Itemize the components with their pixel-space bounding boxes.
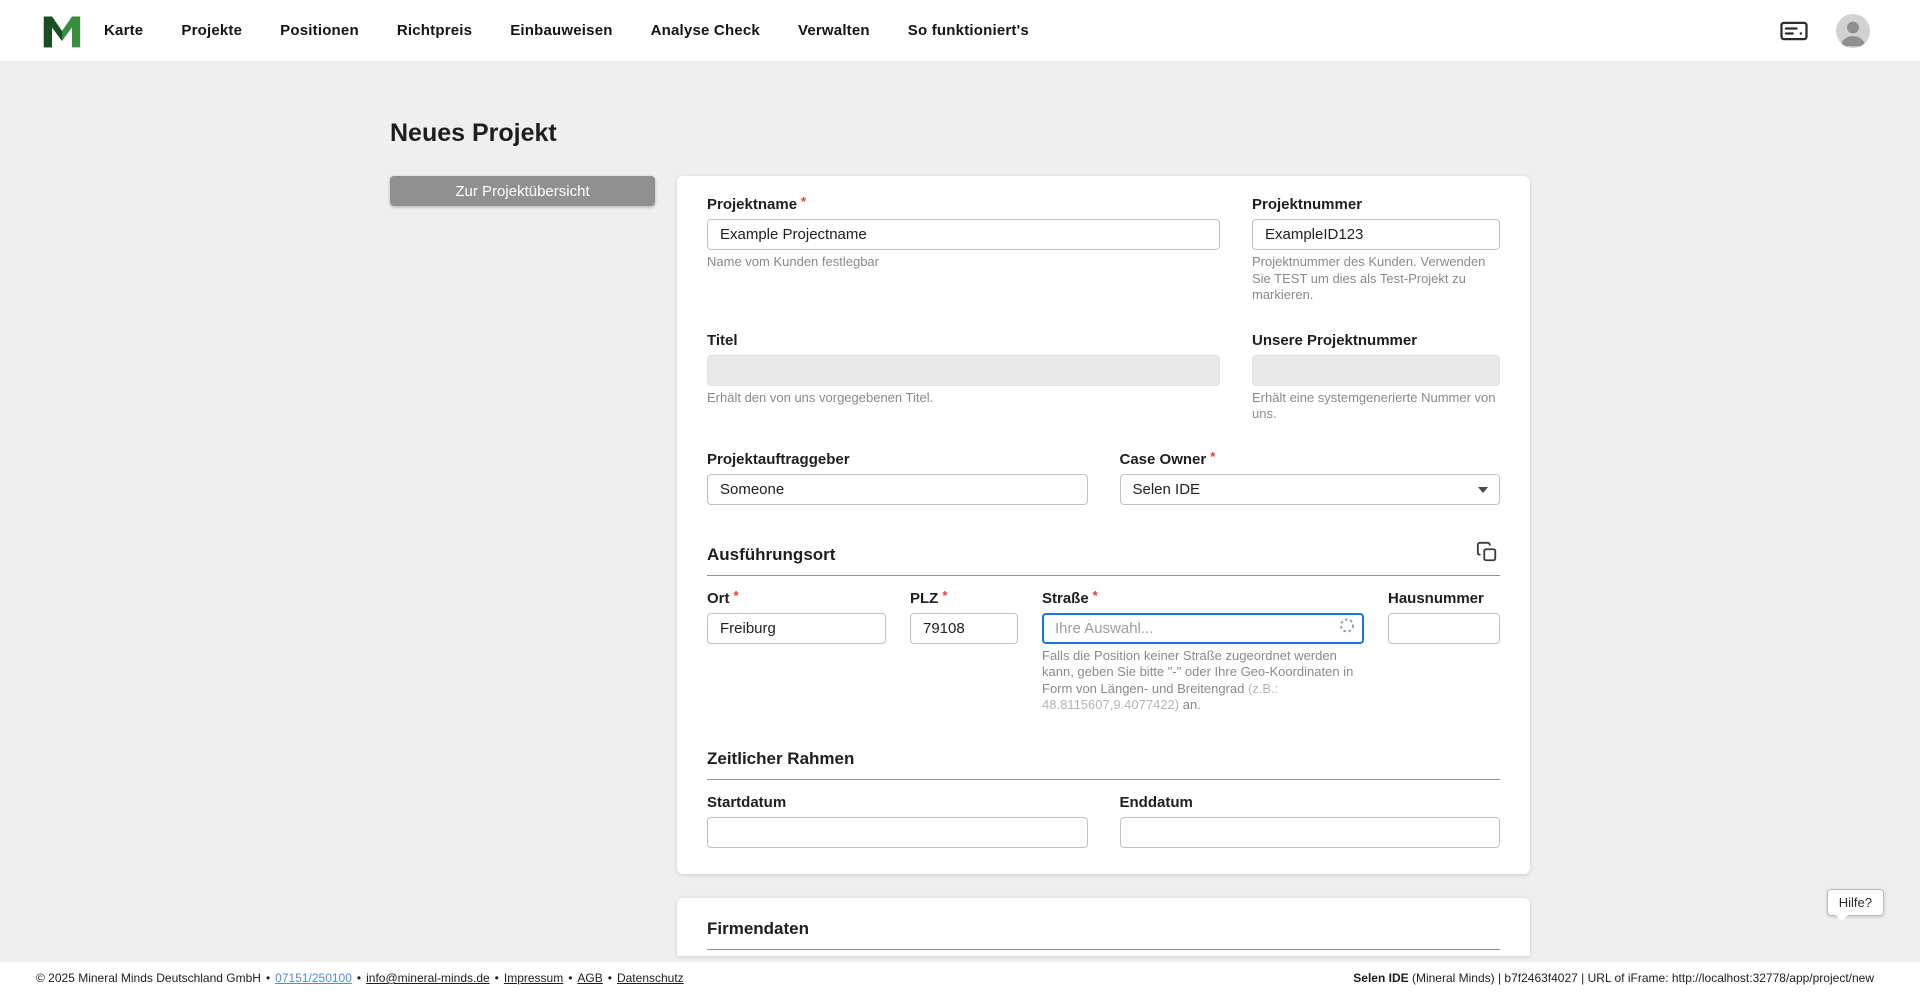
enddatum-label: Enddatum: [1120, 794, 1193, 811]
main-nav: Karte Projekte Positionen Richtpreis Ein…: [104, 22, 1029, 39]
hausnummer-input[interactable]: [1388, 613, 1500, 644]
app-header: Karte Projekte Positionen Richtpreis Ein…: [0, 0, 1920, 61]
nav-karte[interactable]: Karte: [104, 22, 143, 39]
field-ort: Ort *: [707, 590, 886, 714]
back-to-projects-button[interactable]: Zur Projektübersicht: [390, 176, 655, 206]
help-button[interactable]: Hilfe?: [1827, 889, 1884, 916]
footer-datenschutz-link[interactable]: Datenschutz: [617, 971, 684, 985]
field-strasse: Straße* Falls: [1042, 590, 1364, 714]
required-asterisk: *: [1093, 588, 1098, 603]
projektname-input[interactable]: [707, 219, 1220, 250]
nav-so-funktionierts[interactable]: So funktioniert's: [908, 22, 1029, 39]
required-asterisk: *: [942, 588, 947, 603]
section-zeitlicher-rahmen: Zeitlicher Rahmen Startdatum Enddatu: [707, 748, 1500, 848]
footer-email-link[interactable]: info@mineral-minds.de: [366, 971, 490, 985]
main-content: Neues Projekt Zur Projektübersicht Proje…: [0, 61, 1920, 994]
unsere-projektnummer-input: [1252, 355, 1500, 386]
field-projektname: Projektname * Name vom Kunden festlegbar: [707, 196, 1220, 304]
footer-separator: •: [357, 971, 361, 985]
field-startdatum: Startdatum: [707, 794, 1088, 848]
plz-input[interactable]: [910, 613, 1018, 644]
help-button-label: Hilfe?: [1839, 895, 1872, 910]
firmendaten-heading: Firmendaten: [707, 918, 1500, 939]
footer-phone-link[interactable]: 07151/250100: [275, 971, 352, 985]
zeitlicher-rahmen-heading: Zeitlicher Rahmen: [707, 748, 854, 769]
case-owner-select[interactable]: Selen IDE: [1120, 474, 1501, 505]
projektauftraggeber-label: Projektauftraggeber: [707, 451, 850, 468]
loading-spinner-icon: [1339, 618, 1355, 639]
field-projektauftraggeber: Projektauftraggeber: [707, 451, 1088, 505]
footer-separator: •: [266, 971, 270, 985]
footer-separator: •: [495, 971, 499, 985]
projektnummer-label: Projektnummer: [1252, 196, 1362, 213]
projektnummer-input[interactable]: [1252, 219, 1500, 250]
footer-separator: •: [568, 971, 572, 985]
footer-separator: •: [608, 971, 612, 985]
field-unsere-projektnummer: Unsere Projektnummer Erhält eine systemg…: [1252, 332, 1500, 423]
section-divider: [707, 575, 1500, 576]
footer-agb-link[interactable]: AGB: [577, 971, 602, 985]
app-logo[interactable]: [42, 11, 82, 51]
unsere-projektnummer-helper: Erhält eine systemgenerierte Nummer von …: [1252, 390, 1500, 423]
strasse-label: Straße: [1042, 590, 1089, 607]
section-ausfuehrungsort: Ausführungsort Ort *: [707, 539, 1500, 714]
nav-richtpreis[interactable]: Richtpreis: [397, 22, 472, 39]
required-asterisk: *: [801, 194, 806, 209]
project-form-card: Projektname* Name vom Kunden festlegbar …: [677, 176, 1530, 874]
nav-verwalten[interactable]: Verwalten: [798, 22, 870, 39]
required-asterisk: *: [734, 588, 739, 603]
field-plz: PLZ *: [910, 590, 1018, 714]
projektnummer-helper: Projektnummer des Kunden. Verwenden Sie …: [1252, 254, 1500, 304]
footer-user-name: Selen IDE: [1353, 971, 1408, 985]
strasse-helper: Falls die Position keiner Straße zugeord…: [1042, 648, 1364, 714]
titel-helper: Erhält den von uns vorgegebenen Titel.: [707, 390, 1220, 407]
user-avatar[interactable]: [1836, 14, 1870, 48]
startdatum-input[interactable]: [707, 817, 1088, 848]
enddatum-input[interactable]: [1120, 817, 1501, 848]
case-owner-value: Selen IDE: [1133, 481, 1201, 498]
nav-projekte[interactable]: Projekte: [181, 22, 242, 39]
hausnummer-label: Hausnummer: [1388, 590, 1484, 607]
startdatum-label: Startdatum: [707, 794, 786, 811]
footer-session-details: (Mineral Minds) | b7f2463f4027 | URL of …: [1409, 971, 1874, 985]
required-asterisk: *: [1210, 449, 1215, 464]
mineral-minds-logo-icon: [42, 11, 82, 51]
field-titel: Titel Erhält den von uns vorgegebenen Ti…: [707, 332, 1220, 423]
section-divider: [707, 949, 1500, 950]
footer-copyright: © 2025 Mineral Minds Deutschland GmbH: [36, 971, 261, 985]
page-title: Neues Projekt: [390, 119, 1530, 148]
projektname-label: Projektname: [707, 196, 797, 213]
field-enddatum: Enddatum: [1120, 794, 1501, 848]
unsere-projektnummer-label: Unsere Projektnummer: [1252, 332, 1417, 349]
field-hausnummer: Hausnummer: [1388, 590, 1500, 714]
projektauftraggeber-input[interactable]: [707, 474, 1088, 505]
chevron-down-icon: [1478, 487, 1488, 493]
server-icon[interactable]: [1778, 15, 1810, 47]
footer-impressum-link[interactable]: Impressum: [504, 971, 563, 985]
ort-label: Ort: [707, 590, 730, 607]
titel-input: [707, 355, 1220, 386]
person-icon: [1836, 14, 1870, 48]
strasse-input[interactable]: [1042, 613, 1364, 644]
titel-label: Titel: [707, 332, 738, 349]
ausfuehrungsort-heading: Ausführungsort: [707, 544, 835, 565]
nav-positionen[interactable]: Positionen: [280, 22, 359, 39]
field-case-owner: Case Owner* Selen IDE: [1120, 451, 1501, 505]
section-divider: [707, 779, 1500, 780]
firmendaten-card: Firmendaten: [677, 898, 1530, 956]
field-projektnummer: Projektnummer Projektnummer des Kunden. …: [1252, 196, 1500, 304]
plz-label: PLZ: [910, 590, 938, 607]
copy-icon[interactable]: [1474, 539, 1500, 565]
footer-session-info: Selen IDE (Mineral Minds) | b7f2463f4027…: [1353, 971, 1874, 985]
app-footer: © 2025 Mineral Minds Deutschland GmbH • …: [0, 962, 1920, 994]
nav-einbauweisen[interactable]: Einbauweisen: [510, 22, 612, 39]
projektname-helper: Name vom Kunden festlegbar: [707, 254, 1220, 271]
nav-analyse-check[interactable]: Analyse Check: [651, 22, 760, 39]
left-column: Zur Projektübersicht: [390, 176, 677, 206]
ort-input[interactable]: [707, 613, 886, 644]
case-owner-label: Case Owner: [1120, 451, 1207, 468]
